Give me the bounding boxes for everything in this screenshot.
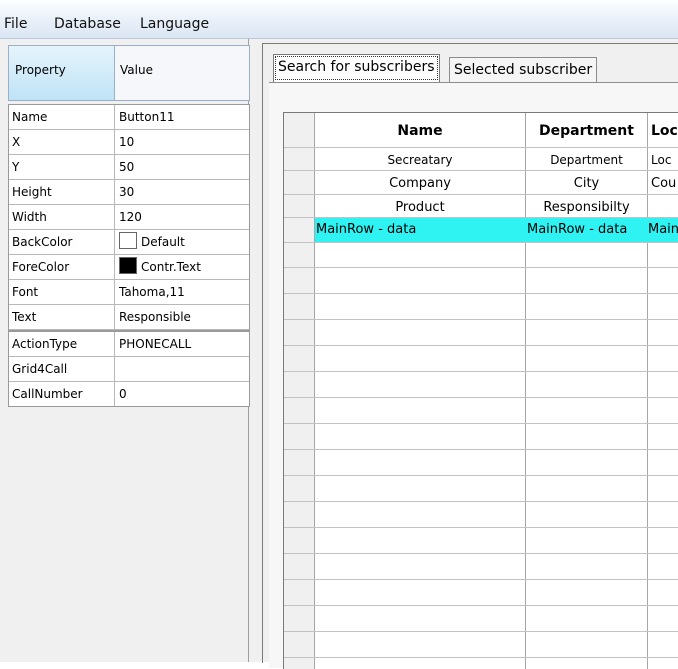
- grid-cell[interactable]: Company: [315, 176, 525, 191]
- column-header-location[interactable]: Loc: [651, 123, 678, 139]
- grid-cell[interactable]: Loc: [651, 153, 678, 167]
- property-value[interactable]: Button11: [116, 105, 249, 129]
- property-value[interactable]: Responsible: [116, 305, 249, 329]
- backcolor-value: Default: [141, 235, 185, 249]
- grid-row-line: [284, 194, 678, 195]
- property-row-name[interactable]: Name Button11: [9, 105, 249, 130]
- grid-cell[interactable]: Department: [526, 153, 647, 167]
- main-row-cell[interactable]: MainR: [648, 222, 678, 237]
- property-key: Height: [9, 180, 115, 204]
- menu-language[interactable]: Language: [140, 16, 209, 32]
- forecolor-value: Contr.Text: [141, 260, 201, 274]
- property-key: Name: [9, 105, 115, 129]
- property-key: Width: [9, 205, 115, 229]
- grid-cell[interactable]: City: [526, 176, 647, 191]
- grid-row-line: [284, 147, 678, 148]
- property-value[interactable]: PHONECALL: [116, 332, 249, 356]
- grid-row-line: [284, 217, 678, 218]
- property-row-grid4call[interactable]: Grid4Call: [9, 357, 249, 382]
- property-value[interactable]: 30: [116, 180, 249, 204]
- grid-row-line: [284, 371, 678, 372]
- property-value[interactable]: Tahoma,11: [116, 280, 249, 304]
- menu-file[interactable]: File: [4, 16, 27, 32]
- property-key: Font: [9, 280, 115, 304]
- grid-row-line: [284, 605, 678, 606]
- color-swatch-icon: [119, 232, 137, 249]
- property-key: Text: [9, 305, 115, 329]
- row-header-column: [284, 113, 314, 669]
- property-row-width[interactable]: Width 120: [9, 205, 249, 230]
- property-header-label: Property: [15, 63, 66, 77]
- menu-bar: File Database Language: [0, 0, 678, 39]
- grid-row-line: [284, 242, 678, 243]
- property-row-text[interactable]: Text Responsible: [9, 305, 249, 330]
- property-key: CallNumber: [9, 382, 115, 406]
- property-key: BackColor: [9, 230, 115, 254]
- property-row-actiontype[interactable]: ActionType PHONECALL: [9, 330, 249, 357]
- grid-row-line: [284, 267, 678, 268]
- grid-row-line: [284, 397, 678, 398]
- property-key: X: [9, 130, 115, 154]
- property-key: Grid4Call: [9, 357, 115, 381]
- tab-search-subscribers[interactable]: Search for subscribers: [273, 54, 440, 82]
- grid-row-line: [284, 345, 678, 346]
- grid-row-line: [284, 501, 678, 502]
- grid-cell[interactable]: Product: [315, 200, 525, 215]
- property-row-font[interactable]: Font Tahoma,11: [9, 280, 249, 305]
- color-swatch-icon: [119, 257, 137, 274]
- results-grid[interactable]: Name Department Loc Secreatary Departmen…: [283, 112, 678, 669]
- property-value[interactable]: Contr.Text: [116, 255, 249, 279]
- property-row-y[interactable]: Y 50: [9, 155, 249, 180]
- tab-selected-subscriber[interactable]: Selected subscriber: [449, 57, 598, 82]
- grid-row-line: [284, 449, 678, 450]
- property-grid-header: Property Value: [8, 45, 250, 101]
- column-header-name[interactable]: Name: [315, 123, 525, 139]
- property-column-header[interactable]: Property: [9, 46, 115, 100]
- grid-row-line: [284, 423, 678, 424]
- property-grid: Name Button11 X 10 Y 50 Height 30 Width …: [8, 104, 250, 407]
- property-key: ActionType: [9, 332, 115, 356]
- grid-cell[interactable]: Cou: [651, 176, 678, 191]
- grid-row-line: [284, 527, 678, 528]
- property-value[interactable]: [116, 357, 249, 381]
- value-column-header[interactable]: Value: [115, 46, 249, 100]
- grid-row-line: [284, 657, 678, 658]
- grid-row-line: [284, 170, 678, 171]
- main-row-cell[interactable]: MainRow - data: [527, 222, 646, 237]
- menu-database[interactable]: Database: [54, 16, 121, 32]
- property-row-x[interactable]: X 10: [9, 130, 249, 155]
- property-value[interactable]: 10: [116, 130, 249, 154]
- property-key: ForeColor: [9, 255, 115, 279]
- property-value[interactable]: 50: [116, 155, 249, 179]
- grid-row-line: [284, 319, 678, 320]
- property-value[interactable]: Default: [116, 230, 249, 254]
- grid-cell[interactable]: Secreatary: [315, 153, 525, 167]
- value-header-label: Value: [120, 63, 153, 77]
- grid-cell[interactable]: Responsibilty: [526, 200, 647, 215]
- grid-row-line: [284, 475, 678, 476]
- main-row-cell[interactable]: MainRow - data: [316, 222, 524, 237]
- property-value[interactable]: 120: [116, 205, 249, 229]
- property-row-height[interactable]: Height 30: [9, 180, 249, 205]
- grid-row-line: [284, 293, 678, 294]
- grid-row-line: [284, 553, 678, 554]
- designer-frame: Name Department Loc Secreatary Departmen…: [262, 43, 678, 669]
- property-key: Y: [9, 155, 115, 179]
- property-row-callnumber[interactable]: CallNumber 0: [9, 382, 249, 406]
- property-row-backcolor[interactable]: BackColor Default: [9, 230, 249, 255]
- grid-row-line: [284, 579, 678, 580]
- column-header-department[interactable]: Department: [526, 123, 647, 139]
- tab-content: Name Department Loc Secreatary Departmen…: [269, 82, 678, 669]
- grid-row-line: [284, 631, 678, 632]
- property-value[interactable]: 0: [116, 382, 249, 406]
- designer-panel: Name Department Loc Secreatary Departmen…: [258, 39, 678, 669]
- property-row-forecolor[interactable]: ForeColor Contr.Text: [9, 255, 249, 280]
- property-panel: Property Value Name Button11 X 10 Y 50 H…: [0, 39, 259, 662]
